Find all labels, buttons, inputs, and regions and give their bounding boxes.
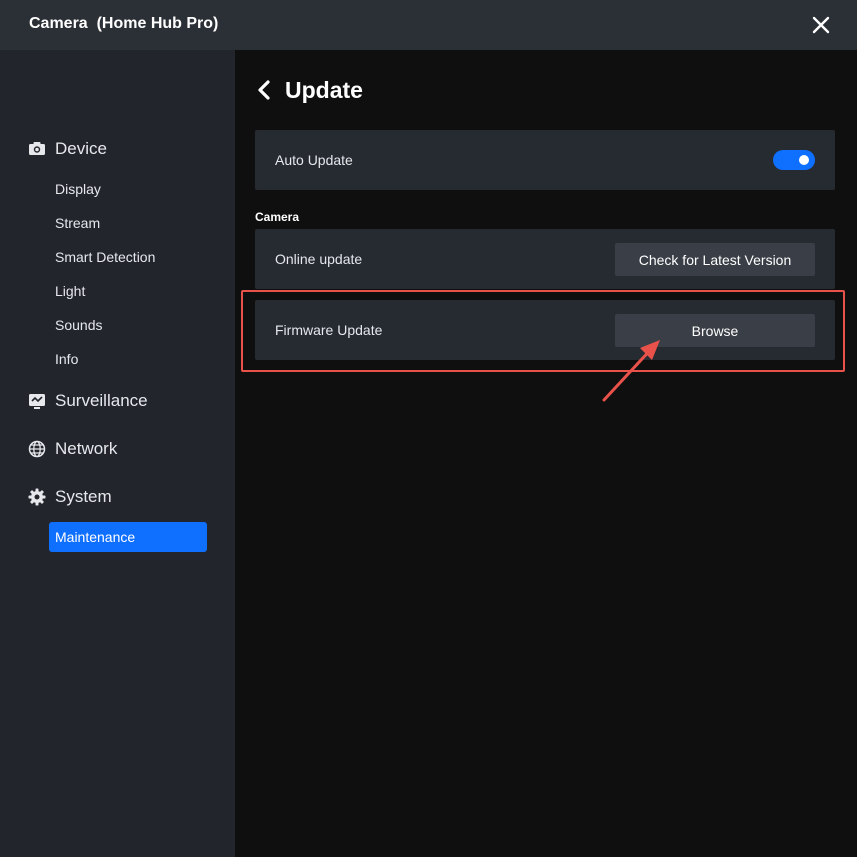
sidebar-group-system[interactable]: System (27, 485, 112, 509)
sidebar-group-surveillance[interactable]: Surveillance (27, 389, 148, 413)
firmware-update-label: Firmware Update (275, 322, 383, 338)
auto-update-row: Auto Update (255, 130, 835, 190)
gear-icon (27, 487, 47, 507)
sidebar-group-network[interactable]: Network (27, 437, 117, 461)
auto-update-label: Auto Update (275, 152, 353, 168)
chevron-left-icon (258, 80, 270, 100)
online-update-row: Online update Check for Latest Version (255, 229, 835, 289)
main-content: Update Auto Update Camera Online update … (235, 50, 857, 857)
sidebar-item-smart-detection[interactable]: Smart Detection (49, 242, 207, 272)
page-title: Update (285, 76, 363, 103)
sidebar-item-light[interactable]: Light (49, 276, 207, 306)
sidebar: Device Display Stream Smart Detection Li… (0, 50, 235, 857)
sidebar-group-label: Surveillance (55, 391, 148, 410)
sidebar-group-label: Device (55, 139, 107, 158)
browse-button[interactable]: Browse (615, 314, 815, 347)
section-label-camera: Camera (255, 210, 300, 224)
back-button[interactable] (255, 78, 273, 102)
title-bar: Camera (Home Hub Pro) (0, 0, 857, 50)
sidebar-item-sounds[interactable]: Sounds (49, 310, 207, 340)
sidebar-item-maintenance[interactable]: Maintenance (49, 522, 207, 552)
close-icon (812, 16, 830, 34)
firmware-update-row: Firmware Update Browse (255, 300, 835, 360)
sidebar-group-device[interactable]: Device (27, 137, 107, 161)
globe-icon (27, 439, 47, 459)
check-latest-version-button[interactable]: Check for Latest Version (615, 243, 815, 276)
window-title: Camera (Home Hub Pro) (29, 15, 219, 32)
sidebar-item-stream[interactable]: Stream (49, 208, 207, 238)
close-button[interactable] (808, 12, 834, 38)
page-header: Update (255, 74, 363, 106)
sidebar-group-label: Network (55, 439, 118, 458)
online-update-label: Online update (275, 251, 363, 267)
sidebar-group-label: System (55, 487, 112, 506)
monitor-icon (27, 391, 47, 411)
sidebar-item-info[interactable]: Info (49, 344, 207, 374)
sidebar-item-display[interactable]: Display (49, 174, 207, 204)
auto-update-toggle[interactable] (773, 150, 815, 170)
camera-icon (27, 139, 47, 159)
toggle-knob (799, 155, 809, 165)
